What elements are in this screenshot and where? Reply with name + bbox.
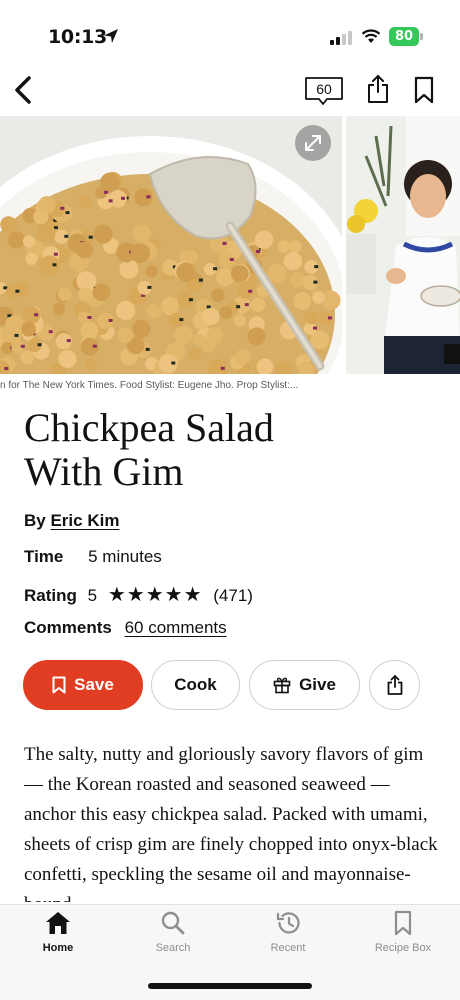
time-row: Time 5 minutes [24, 547, 162, 567]
status-time: 10:13 [48, 26, 107, 48]
home-indicator [148, 983, 312, 989]
status-bar: 10:13 80 [0, 0, 460, 70]
search-icon [161, 911, 185, 935]
star-icon: ★ [183, 582, 203, 606]
byline-label: By [24, 511, 46, 530]
star-icon: ★ [164, 582, 184, 606]
recipe-title: Chickpea Salad With Gim [24, 406, 424, 494]
expand-icon [305, 135, 321, 151]
star-icon: ★ [126, 582, 146, 606]
save-label: Save [74, 675, 114, 694]
tab-search-label: Search [155, 942, 191, 954]
tab-recent-label: Recent [270, 942, 306, 954]
give-label: Give [299, 675, 336, 694]
photo-caption: n for The New York Times. Food Stylist: … [0, 380, 299, 391]
recipe-box-icon [394, 910, 412, 936]
comments-row: Comments 60 comments [24, 618, 227, 638]
byline: By Eric Kim [24, 511, 119, 531]
battery-tip [420, 33, 423, 40]
tab-home[interactable]: Home [13, 908, 103, 964]
time-value: 5 minutes [88, 547, 162, 566]
bookmark-icon [52, 676, 66, 694]
share-icon [387, 675, 402, 695]
rating-value: 5 [87, 586, 98, 605]
tab-recent[interactable]: Recent [243, 908, 333, 964]
comments-label: Comments [24, 618, 112, 637]
star-icon: ★ [107, 582, 127, 606]
signal-icon [330, 31, 352, 45]
tab-recipe-box-label: Recipe Box [374, 942, 432, 954]
star-icon: ★ [145, 582, 165, 606]
save-button[interactable]: Save [23, 660, 143, 710]
rating-count: (471) [213, 586, 253, 605]
home-icon [46, 912, 70, 934]
expand-photo-button[interactable] [295, 125, 331, 161]
share-button[interactable] [369, 660, 420, 710]
cook-label: Cook [174, 675, 217, 694]
give-button[interactable]: Give [249, 660, 360, 710]
author-link[interactable]: Eric Kim [50, 511, 119, 530]
comments-link[interactable]: 60 comments [125, 618, 227, 637]
tab-recipe-box[interactable]: Recipe Box [358, 908, 448, 964]
share-icon[interactable] [366, 73, 390, 105]
tab-search[interactable]: Search [128, 908, 218, 964]
recipe-description: The salty, nutty and gloriously savory f… [24, 744, 438, 902]
video-thumbnail[interactable] [346, 116, 460, 374]
location-arrow-icon [104, 29, 118, 43]
wifi-icon [361, 29, 381, 43]
rating-stars[interactable]: ★★★★★ [108, 582, 203, 606]
battery-indicator: 80 [389, 27, 419, 46]
chef-video-image [346, 116, 460, 374]
rating-row: Rating 5 ★★★★★ (471) [24, 582, 253, 606]
rating-label: Rating [24, 586, 77, 605]
bookmark-icon[interactable] [413, 76, 435, 104]
recipe-title-line-1: Chickpea Salad [24, 405, 274, 450]
recipe-photo[interactable] [0, 116, 342, 374]
tab-home-label: Home [42, 942, 74, 954]
time-label: Time [24, 547, 64, 566]
cook-button[interactable]: Cook [151, 660, 240, 710]
chickpea-salad-image [0, 116, 342, 374]
back-icon[interactable] [10, 74, 36, 106]
recipe-title-line-2: With Gim [24, 449, 184, 494]
gift-icon [273, 677, 291, 694]
recent-icon [276, 912, 300, 934]
comment-count[interactable]: 60 [304, 78, 344, 100]
